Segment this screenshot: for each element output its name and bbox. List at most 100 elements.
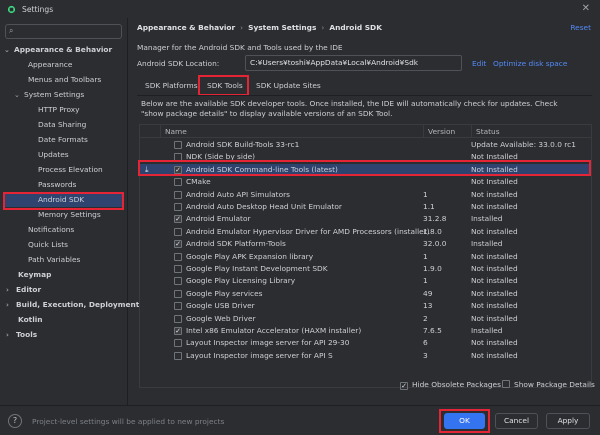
sidebar-item-process-elevation[interactable]: Process Elevation [38, 163, 103, 177]
row-checkbox[interactable]: ✓ [174, 327, 182, 335]
reset-link[interactable]: Reset [570, 23, 591, 32]
hide-obsolete-label: Hide Obsolete Packages [412, 380, 501, 389]
page-description: Manager for the Android SDK and Tools us… [137, 43, 343, 52]
table-row[interactable]: CMake Not Installed [140, 176, 591, 188]
table-row[interactable]: Google Play Instant Development SDK 1.9.0… [140, 263, 591, 275]
apply-button[interactable]: Apply [546, 413, 590, 429]
table-row[interactable]: Google Play services 49 Not installed [140, 288, 591, 300]
column-header-version[interactable]: Version [423, 125, 471, 138]
breadcrumb-item: Android SDK [329, 23, 382, 32]
row-checkbox[interactable] [174, 178, 182, 187]
row-name: Android SDK Build-Tools 33-rc1 [186, 140, 300, 149]
sidebar-item-build-execution-deployment[interactable]: › Build, Execution, Deployment [6, 298, 139, 312]
show-package-details-checkbox[interactable]: Show Package Details [502, 379, 595, 391]
table-row[interactable]: Android Auto API Simulators 1 Not installe… [140, 189, 591, 201]
table-row[interactable]: Android Auto Desktop Head Unit Emulator 1… [140, 201, 591, 213]
sidebar-item-kotlin[interactable]: Kotlin [18, 313, 43, 327]
table-row[interactable]: Layout Inspector image server for API S 3… [140, 350, 591, 362]
edit-link[interactable]: Edit [472, 59, 486, 68]
sidebar-item-appearance[interactable]: Appearance [28, 58, 72, 72]
sidebar-item-system-settings[interactable]: ⌄ System Settings [14, 88, 84, 102]
sdk-location-label: Android SDK Location: [137, 59, 220, 68]
table-row[interactable]: ✓ Android SDK Platform-Tools 32.0.0 Install… [140, 238, 591, 250]
row-checkbox[interactable] [174, 227, 182, 236]
row-checkbox[interactable] [174, 153, 182, 162]
sidebar-item-updates[interactable]: Updates [38, 148, 69, 162]
search-icon: ⌕ [9, 26, 14, 35]
search-input[interactable]: ⌕ [5, 24, 122, 39]
breadcrumb-separator: › [321, 23, 325, 32]
row-version: 13 [423, 301, 433, 311]
sidebar-item-appearance-behavior[interactable]: ⌄ Appearance & Behavior [4, 43, 112, 57]
breadcrumb-item: Appearance & Behavior [137, 23, 236, 32]
help-icon[interactable]: ? [8, 414, 22, 428]
table-row[interactable]: Android SDK Build-Tools 33-rc1 Update Ava… [140, 139, 591, 151]
row-checkbox[interactable] [174, 203, 182, 211]
checkbox-icon [502, 380, 510, 388]
sidebar-item-editor[interactable]: › Editor [6, 283, 41, 297]
row-checkbox[interactable] [174, 339, 182, 348]
row-name: Android SDK Platform-Tools [186, 239, 286, 249]
table-row[interactable]: Layout Inspector image server for API 29… [140, 337, 591, 349]
row-checkbox[interactable] [174, 265, 182, 273]
tab-sdk-tools[interactable]: SDK Tools [207, 78, 243, 93]
row-checkbox[interactable] [174, 351, 182, 360]
sidebar-item-menus-toolbars[interactable]: Menus and Toolbars [28, 73, 101, 87]
table-row[interactable]: Android Emulator Hypervisor Driver for A… [140, 226, 591, 238]
sidebar-item-data-sharing[interactable]: Data Sharing [38, 118, 86, 132]
row-checkbox[interactable] [174, 252, 182, 261]
main-panel: Appearance & Behavior › System Settings › An… [129, 18, 600, 405]
row-name: Android SDK Command-line Tools (latest) [186, 164, 338, 174]
row-status: Not installed [471, 313, 518, 323]
row-status: Not Installed [471, 177, 518, 187]
table-row[interactable]: ✓ Intel x86 Emulator Accelerator (HAXM in… [140, 325, 591, 337]
table-row[interactable]: NDK (Side by side) Not Installed [140, 151, 591, 163]
row-checkbox[interactable] [174, 289, 182, 298]
sidebar-item-notifications[interactable]: Notifications [28, 223, 74, 237]
column-header-name[interactable]: Name [160, 125, 423, 138]
row-version: 31.2.8 [423, 214, 447, 224]
row-checkbox[interactable]: ✓ [174, 240, 182, 249]
table-row[interactable]: Google Web Driver 2 Not installed [140, 313, 591, 325]
row-version: 1 [423, 251, 428, 261]
sidebar-item-http-proxy[interactable]: HTTP Proxy [38, 103, 80, 117]
sidebar-item-path-variables[interactable]: Path Variables [28, 253, 80, 267]
tools-note-line: "show package details" to display availa… [141, 109, 393, 118]
row-checkbox[interactable]: ✓ [174, 165, 182, 174]
hide-obsolete-checkbox[interactable]: ✓ Hide Obsolete Packages [400, 379, 501, 391]
sidebar-item-keymap[interactable]: Keymap [18, 268, 51, 282]
optimize-disk-space-link[interactable]: Optimize disk space [493, 59, 567, 68]
row-name: NDK (Side by side) [186, 152, 256, 162]
row-checkbox[interactable]: ✓ [174, 215, 182, 224]
column-header-status[interactable]: Status [471, 125, 591, 138]
sidebar-item-memory-settings[interactable]: Memory Settings [38, 208, 101, 222]
row-status: Installed [471, 239, 503, 249]
ok-button[interactable]: OK [444, 413, 485, 429]
sidebar-item-android-sdk[interactable]: Android SDK [4, 193, 122, 207]
breadcrumb: Appearance & Behavior › System Settings › An… [137, 23, 382, 32]
tab-sdk-update-sites[interactable]: SDK Update Sites [256, 78, 321, 93]
row-checkbox[interactable] [174, 314, 182, 323]
sdk-location-field[interactable]: C:¥Users¥toshi¥AppData¥Local¥Android¥Sdk [245, 55, 462, 71]
tab-sdk-platforms[interactable]: SDK Platforms [145, 78, 198, 93]
row-checkbox[interactable] [174, 302, 182, 311]
sidebar-item-label: Appearance & Behavior [14, 45, 113, 54]
sidebar-item-quick-lists[interactable]: Quick Lists [28, 238, 68, 252]
show-details-label: Show Package Details [514, 380, 595, 389]
row-checkbox[interactable] [174, 190, 182, 199]
close-icon[interactable]: ✕ [582, 3, 590, 14]
sidebar-item-tools[interactable]: › Tools [6, 328, 37, 342]
table-row[interactable]: Google Play APK Expansion library 1 Not in… [140, 251, 591, 263]
table-row[interactable]: Google USB Driver 13 Not installed [140, 300, 591, 312]
table-row[interactable]: ✓ Android Emulator 31.2.8 Installed [140, 213, 591, 225]
row-checkbox[interactable] [174, 277, 182, 286]
row-status: Not installed [471, 264, 518, 273]
row-checkbox[interactable] [174, 141, 182, 149]
row-name: Google Play APK Expansion library [186, 251, 314, 261]
row-name: Android Auto Desktop Head Unit Emulator [186, 202, 342, 211]
cancel-button[interactable]: Cancel [495, 413, 538, 429]
table-row[interactable]: Google Play Licensing Library 1 Not instal… [140, 275, 591, 287]
sidebar-item-passwords[interactable]: Passwords [38, 178, 76, 192]
table-row[interactable]: ⤓ ✓ Android SDK Command-line Tools (latest… [140, 163, 591, 177]
sidebar-item-date-formats[interactable]: Date Formats [38, 133, 88, 147]
